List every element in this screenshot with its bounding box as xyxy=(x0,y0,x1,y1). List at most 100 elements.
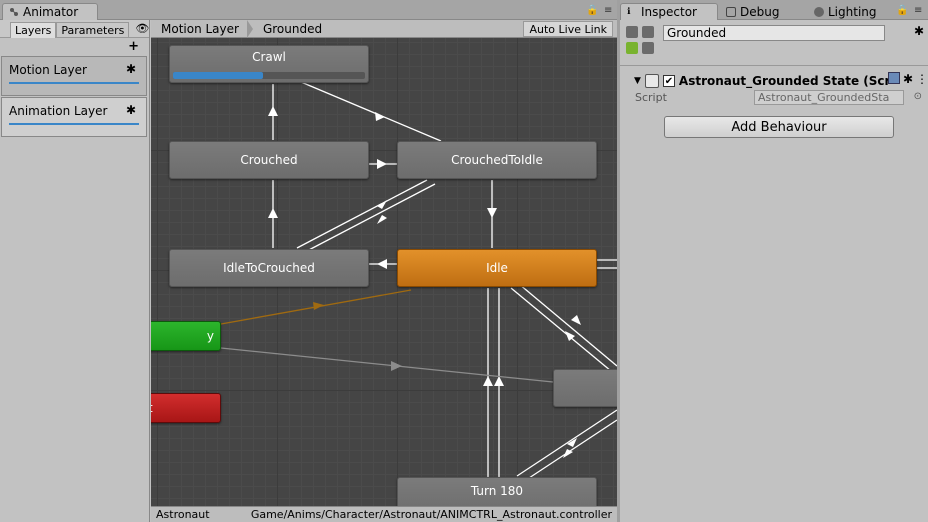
inspector-header: Grounded ✱ xyxy=(620,20,928,66)
state-label: y xyxy=(206,329,214,343)
layer-name: Animation Layer xyxy=(9,104,108,118)
add-behaviour-label: Add Behaviour xyxy=(731,119,827,135)
tab-lighting-label: Lighting xyxy=(828,4,877,19)
gear-icon[interactable]: ✱ xyxy=(903,72,913,86)
animator-icon xyxy=(10,8,18,16)
inspector-panel: Grounded ✱ ▼ ✔ Astronaut_Grounded State … xyxy=(620,20,928,522)
state-idle[interactable]: Idle xyxy=(397,249,597,287)
arrow-icon[interactable] xyxy=(494,376,504,386)
tab-inspector-label: Inspector xyxy=(641,5,697,19)
arrow-icon[interactable] xyxy=(268,106,278,116)
tab-parameters-label: Parameters xyxy=(61,23,125,37)
transition-line[interactable] xyxy=(510,287,617,377)
state-crouched-to-idle[interactable]: CrouchedToIdle xyxy=(397,141,597,179)
gear-icon[interactable]: ✱ xyxy=(126,103,136,117)
menu-icon[interactable]: ⋮ xyxy=(916,72,928,86)
arrow-icon[interactable] xyxy=(391,361,402,371)
script-field[interactable]: Astronaut_GroundedSta xyxy=(754,90,904,105)
lock-icon[interactable]: 🔒 xyxy=(586,5,598,16)
script-label: Script xyxy=(635,91,667,104)
state-progress-fill xyxy=(173,72,264,79)
debug-icon xyxy=(726,6,736,17)
animator-tabbar: Animator 🔒 ≡ xyxy=(0,0,617,20)
eye-icon[interactable]: 👁 xyxy=(135,22,149,35)
arrow-icon[interactable] xyxy=(377,159,387,169)
script-value: Astronaut_GroundedSta xyxy=(758,91,890,104)
breadcrumb-label: Motion Layer xyxy=(161,21,239,36)
foldout-icon[interactable]: ▼ xyxy=(634,76,641,86)
lighting-icon xyxy=(814,6,824,17)
state-crouched[interactable]: Crouched xyxy=(169,141,369,179)
inspector-tabbar: ℹ Inspector Debug Lighting 🔒 ≡ xyxy=(620,0,928,20)
state-exit[interactable]: t xyxy=(151,393,221,423)
tab-debug[interactable]: Debug xyxy=(720,3,804,20)
transition-line[interactable] xyxy=(518,283,617,367)
arrow-icon[interactable] xyxy=(571,315,581,325)
transition-line[interactable] xyxy=(516,409,617,477)
state-label: Crawl xyxy=(252,50,286,64)
state-label: CrouchedToIdle xyxy=(451,153,543,167)
arrow-icon[interactable] xyxy=(483,376,493,386)
tab-layers[interactable]: Layers xyxy=(10,21,57,38)
controller-name: Astronaut xyxy=(156,508,210,521)
add-layer-icon[interactable]: + xyxy=(128,39,139,54)
graph-footer: Astronaut Game/Anims/Character/Astronaut… xyxy=(151,506,617,522)
component-header-controls: ✱ ⋮ xyxy=(887,72,928,86)
state-label: Turn 180 xyxy=(470,484,524,498)
animator-tab[interactable]: Animator xyxy=(2,3,98,20)
state-icon xyxy=(626,26,656,56)
arrow-icon[interactable] xyxy=(375,112,385,121)
breadcrumb: Motion Layer Grounded Auto Live Link xyxy=(151,20,617,38)
menu-icon[interactable]: ≡ xyxy=(914,5,922,16)
state-label: t xyxy=(151,401,153,415)
component-header[interactable]: ▼ ✔ Astronaut_Grounded State (Scr xyxy=(634,72,928,90)
arrow-icon[interactable] xyxy=(377,259,387,269)
layer-name: Motion Layer xyxy=(9,63,87,77)
state-machine-graph[interactable]: Motion Layer Grounded Auto Live Link Cra… xyxy=(151,20,617,522)
transition-line[interactable] xyxy=(220,347,554,383)
state-label: IdleToCrouched xyxy=(223,261,315,275)
layer-item-motion[interactable]: Motion Layer ✱ xyxy=(1,56,147,96)
state-progress-bar xyxy=(173,72,365,79)
arrow-icon[interactable] xyxy=(268,208,278,218)
help-icon[interactable] xyxy=(887,72,900,84)
transition-line[interactable] xyxy=(304,183,436,253)
gear-icon[interactable]: ✱ xyxy=(126,62,136,76)
menu-icon[interactable]: ≡ xyxy=(604,5,612,16)
layer-weight-bar xyxy=(9,123,139,125)
tab-parameters[interactable]: Parameters xyxy=(56,21,130,38)
component-title: Astronaut_Grounded State (Scr xyxy=(678,74,891,88)
state-idle-to-crouched[interactable]: IdleToCrouched xyxy=(169,249,369,287)
arrow-icon[interactable] xyxy=(377,200,387,209)
arrow-icon[interactable] xyxy=(377,215,387,224)
state-name-field[interactable]: Grounded xyxy=(663,25,885,41)
breadcrumb-label: Grounded xyxy=(262,21,323,36)
target-icon[interactable]: ⊙ xyxy=(914,91,922,102)
animator-tab-label: Animator xyxy=(23,5,79,19)
lock-icon[interactable]: 🔒 xyxy=(896,5,908,16)
controller-path: Game/Anims/Character/Astronaut/ANIMCTRL_… xyxy=(250,508,612,521)
state-label: Idle xyxy=(486,261,508,275)
info-icon: ℹ xyxy=(627,7,631,17)
state-crawl[interactable]: Crawl xyxy=(169,45,369,83)
transition-line[interactable] xyxy=(296,179,428,249)
state-offscreen[interactable] xyxy=(553,369,617,407)
layer-item-animation[interactable]: Animation Layer ✱ xyxy=(1,97,147,137)
script-row: Script Astronaut_GroundedSta ⊙ xyxy=(634,90,928,106)
gear-icon[interactable]: ✱ xyxy=(914,24,924,38)
transition-line[interactable] xyxy=(300,81,442,142)
breadcrumb-motion-layer[interactable]: Motion Layer xyxy=(151,20,247,38)
state-label: Crouched xyxy=(240,153,298,167)
auto-live-link-button[interactable]: Auto Live Link xyxy=(523,21,613,37)
add-behaviour-button[interactable]: Add Behaviour xyxy=(664,116,894,138)
breadcrumb-grounded[interactable]: Grounded xyxy=(253,20,330,38)
auto-live-link-label: Auto Live Link xyxy=(529,22,607,36)
tab-inspector[interactable]: ℹ Inspector xyxy=(620,3,718,20)
layers-panel-toolbar: Layers Parameters 👁 xyxy=(0,20,149,38)
tab-lighting[interactable]: Lighting xyxy=(808,3,894,20)
tab-layers-label: Layers xyxy=(15,23,52,37)
script-icon xyxy=(644,74,659,88)
arrow-icon[interactable] xyxy=(487,208,497,218)
component-enabled-checkbox[interactable]: ✔ xyxy=(662,75,675,87)
state-entry[interactable]: y xyxy=(151,321,221,351)
